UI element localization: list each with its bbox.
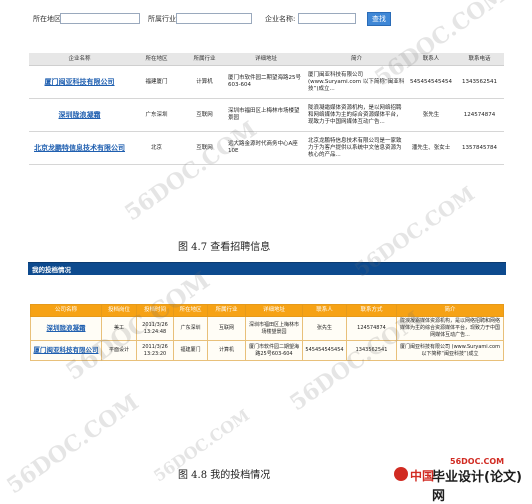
industry-input[interactable] — [176, 13, 252, 24]
col-contact-method: 联系方式 — [346, 304, 397, 317]
banner-title: 我的投档情况 — [32, 266, 71, 274]
intro-cell: 厦门闽亚科技有限公司 (www.Suryami.com 以下简称“闽亚科技”)成… — [306, 65, 407, 99]
figure-caption-4-7: 图 4.7 查看招聘信息 — [178, 242, 271, 253]
col-contact: 联系人 — [302, 304, 347, 317]
col-region: 所在地区 — [173, 304, 208, 317]
industry-cell: 互联网 — [207, 316, 246, 341]
industry-cell: 计算机 — [183, 65, 226, 99]
address-cell: 厦门市软件园二期望海路25号603-604 — [245, 340, 303, 361]
watermark-text: 56DOC.COM — [2, 389, 144, 500]
col-contact: 联系人 — [407, 53, 455, 66]
contact-method-cell: 124574874 — [346, 316, 397, 341]
contact-cell: 545454545454 — [407, 65, 455, 99]
section-banner: 我的投档情况 — [28, 262, 506, 275]
phone-cell: 1357845784 — [455, 131, 504, 165]
position-cell: 平面设计 — [101, 340, 137, 361]
region-label: 所在地区: — [33, 15, 64, 23]
col-address: 详细地址 — [245, 304, 303, 317]
table-header-row: 企业名称 所在地区 所属行业 详细地址 简介 联系人 联系电话 — [29, 53, 504, 66]
site-logo: 56DOC.COM 中国 毕业设计(论文)网 — [390, 457, 530, 504]
col-intro: 简介 — [306, 53, 407, 66]
table-header-row: 公司名称 投档岗位 投档时间 所在地区 所属行业 详细地址 联系人 联系方式 简… — [30, 304, 504, 317]
col-industry: 所属行业 — [183, 53, 226, 66]
company-label: 企业名称: — [265, 15, 296, 23]
contact-cell: 张先生 — [302, 316, 347, 341]
table-row: 北京龙鹏特信息技术有限公司 北京 互联网 远大路金源时代商务中心A座10E 北京… — [29, 131, 504, 165]
apply-time-cell: 2011/3/26 13:23:20 — [136, 340, 174, 361]
col-region: 所在地区 — [130, 53, 183, 66]
industry-cell: 计算机 — [207, 340, 246, 361]
table-row: 厦门闽亚科技有限公司 平面设计 2011/3/26 13:23:20 福建厦门 … — [30, 340, 504, 361]
table-row: 厦门闽亚科技有限公司 福建厦门 计算机 厦门市软件园二期望海路25号603-60… — [29, 65, 504, 99]
company-link[interactable]: 深圳陇浪凝霜 — [30, 316, 102, 341]
col-intro: 简介 — [396, 304, 504, 317]
apply-time-cell: 2011/3/26 13:24:48 — [136, 316, 174, 341]
address-cell: 厦门市软件园二期望海路25号603-604 — [226, 65, 306, 99]
col-position: 投档岗位 — [101, 304, 137, 317]
table-row: 深圳陇浪凝霜 美工 2011/3/26 13:24:48 广东深圳 互联网 深圳… — [30, 316, 504, 341]
region-cell: 广东深圳 — [130, 98, 183, 132]
contact-method-cell: 1343562541 — [346, 340, 397, 361]
intro-cell: 陇浪凝霜媒体资源机构，是以网络招聘和网络媒体为主的综合资源媒体平台，现致力于中国… — [396, 316, 504, 341]
phone-cell: 1343562541 — [455, 65, 504, 99]
address-cell: 深圳市福田区上梅林市场楼望景园 — [245, 316, 303, 341]
job-listings-table: 企业名称 所在地区 所属行业 详细地址 简介 联系人 联系电话 厦门闽亚科技有限… — [29, 53, 504, 165]
applications-table: 公司名称 投档岗位 投档时间 所在地区 所属行业 详细地址 联系人 联系方式 简… — [30, 304, 504, 361]
phone-cell: 124574874 — [455, 98, 504, 132]
contact-cell: 545454545454 — [302, 340, 347, 361]
industry-label: 所属行业: — [148, 15, 179, 23]
region-input[interactable] — [60, 13, 140, 24]
industry-cell: 互联网 — [183, 131, 226, 165]
intro-cell: 北京龙鹏特信息技术有限公司是一家致力于为客户提供以系统中文信息资源为核心的产品.… — [306, 131, 407, 165]
search-bar: 所在地区: 所属行业: 企业名称: 查找 — [0, 0, 532, 40]
col-company-name: 公司名称 — [30, 304, 102, 317]
logo-site-text: 56DOC.COM — [450, 457, 505, 466]
search-button[interactable]: 查找 — [367, 12, 391, 26]
region-cell: 福建厦门 — [173, 340, 208, 361]
intro-cell: 厦门闽亚科技有限公司 (www.Suryami.com 以下简称“闽亚科技”)成… — [396, 340, 504, 361]
company-link[interactable]: 北京龙鹏特信息技术有限公司 — [29, 131, 130, 165]
region-cell: 北京 — [130, 131, 183, 165]
region-cell: 福建厦门 — [130, 65, 183, 99]
col-phone: 联系电话 — [455, 53, 504, 66]
logo-brand-a: 中国 — [410, 469, 435, 483]
col-industry: 所属行业 — [207, 304, 246, 317]
company-link[interactable]: 厦门闽亚科技有限公司 — [29, 65, 130, 99]
region-cell: 广东深圳 — [173, 316, 208, 341]
col-apply-time: 投档时间 — [136, 304, 174, 317]
logo-brand-b: 毕业设计(论文)网 — [432, 470, 522, 504]
contact-cell: 张先生 — [407, 98, 455, 132]
col-address: 详细地址 — [226, 53, 306, 66]
position-cell: 美工 — [101, 316, 137, 341]
address-cell: 深圳市福田区上梅林市场楼望景园 — [226, 98, 306, 132]
intro-cell: 陇浪凝霜媒体资源机构，是以网络招聘和网络媒体为主的综合资源媒体平台，现致力于中国… — [306, 98, 407, 132]
industry-cell: 互联网 — [183, 98, 226, 132]
address-cell: 远大路金源时代商务中心A座10E — [226, 131, 306, 165]
col-company-name: 企业名称 — [29, 53, 130, 66]
company-input[interactable] — [298, 13, 356, 24]
contact-cell: 潘先生、张女士 — [407, 131, 455, 165]
figure-caption-4-8: 图 4.8 我的投档情况 — [178, 470, 271, 481]
company-link[interactable]: 厦门闽亚科技有限公司 — [30, 340, 102, 361]
logo-emblem-icon — [394, 467, 408, 481]
company-link[interactable]: 深圳陇浪凝霜 — [29, 98, 130, 132]
table-row: 深圳陇浪凝霜 广东深圳 互联网 深圳市福田区上梅林市场楼望景园 陇浪凝霜媒体资源… — [29, 98, 504, 132]
